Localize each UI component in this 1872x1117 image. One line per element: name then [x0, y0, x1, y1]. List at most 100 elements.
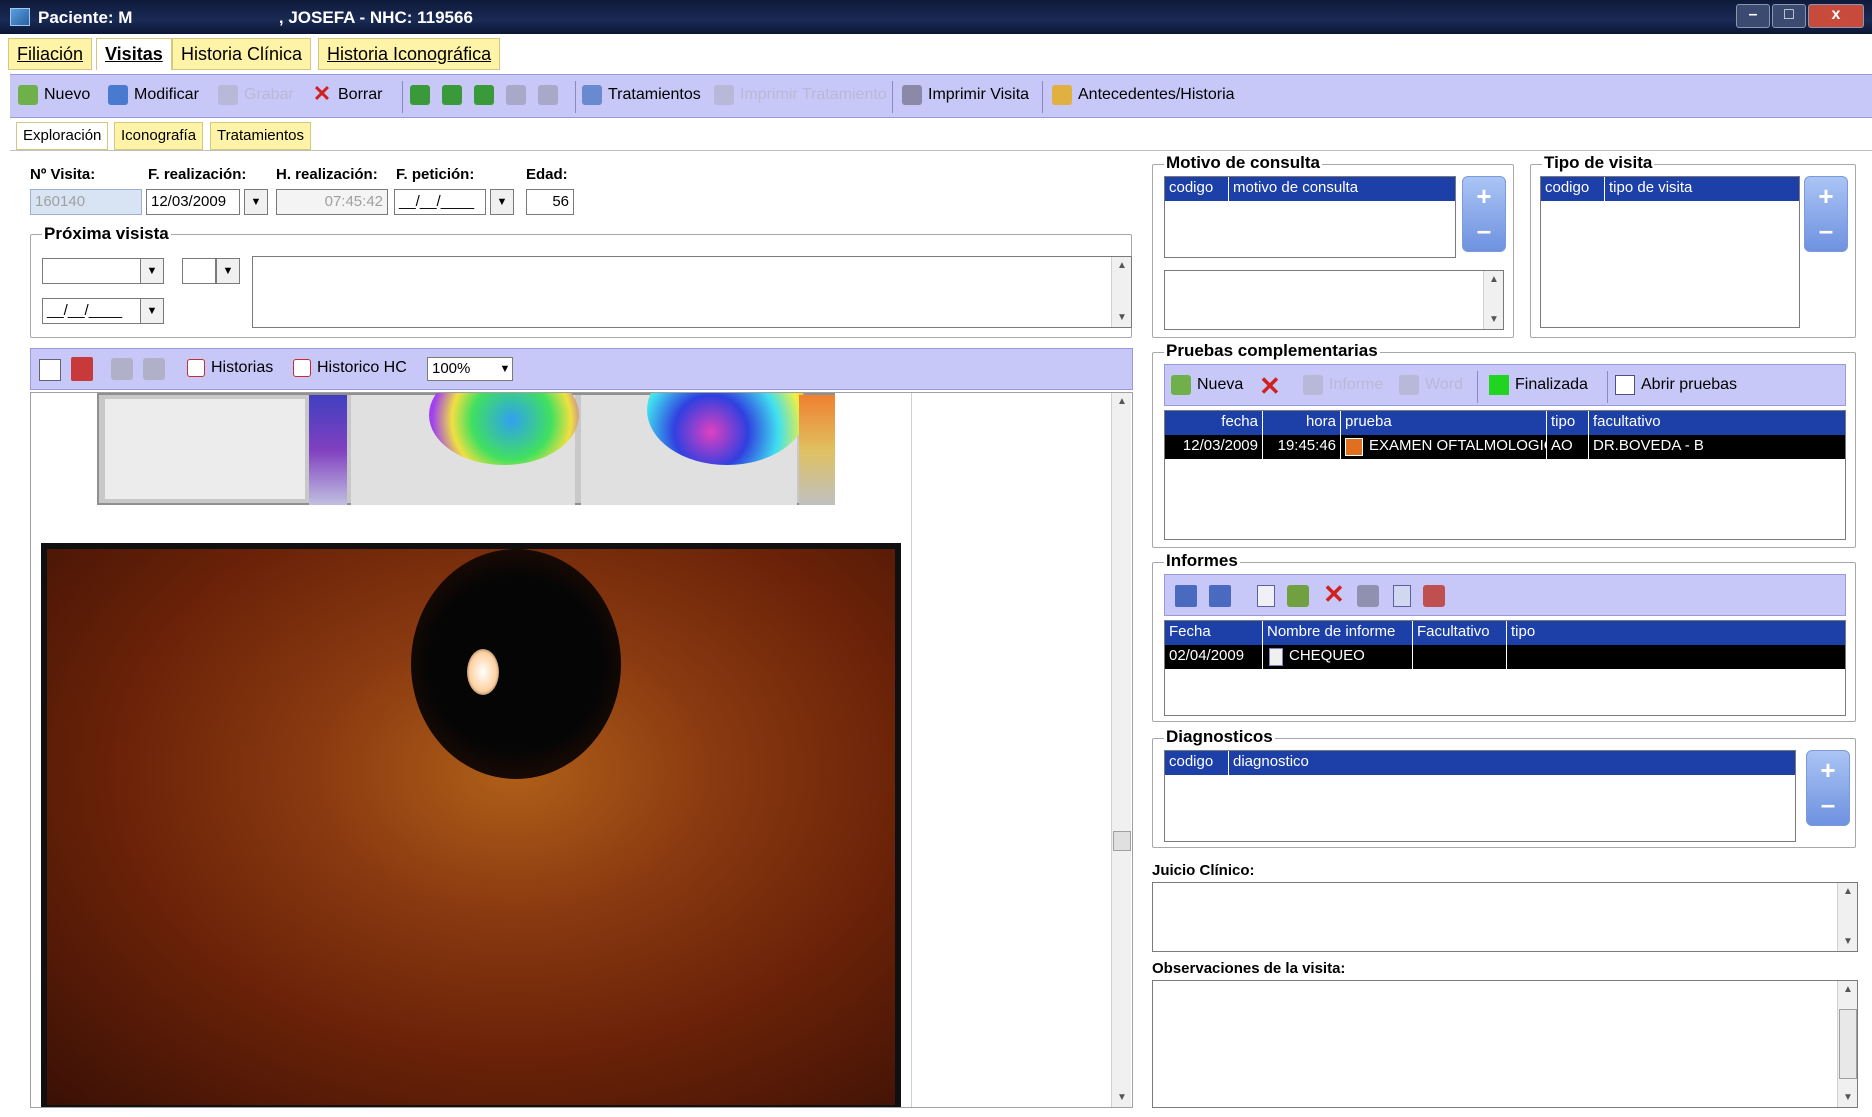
delete-informe-icon[interactable]: ✕ [1323, 579, 1345, 610]
word-button[interactable]: Word [1399, 375, 1463, 395]
edad-field[interactable]: 56 [526, 189, 574, 215]
antecedentes-button[interactable]: Antecedentes/Historia [1052, 85, 1235, 105]
scanner-icon[interactable] [111, 358, 133, 380]
motivo-notes[interactable]: ▲ ▼ [1164, 270, 1504, 330]
page-icon[interactable] [1393, 585, 1411, 607]
observaciones-scrollbar-thumb[interactable] [1839, 1009, 1857, 1079]
nav-first-icon[interactable] [442, 85, 468, 105]
motivo-col-codigo[interactable]: codigo [1165, 177, 1229, 201]
proxima-combo-2-dropdown[interactable]: ▼ [216, 258, 240, 284]
diag-col-codigo[interactable]: codigo [1165, 751, 1229, 775]
nav-prev-icon[interactable] [474, 85, 500, 105]
historico-button[interactable]: Historico HC [293, 359, 407, 377]
pruebas-col-fecha[interactable]: fecha [1165, 411, 1263, 435]
historias-button[interactable]: Historias [187, 359, 273, 377]
observaciones-label: Observaciones de la visita: [1152, 960, 1346, 977]
f-peticion-field[interactable]: __/__/____ [394, 189, 486, 215]
proxima-combo-1[interactable] [42, 258, 144, 284]
pruebas-col-prueba[interactable]: prueba [1341, 411, 1547, 435]
h-realizacion-field[interactable]: 07:45:42 [276, 189, 388, 215]
imprimir-visita-button[interactable]: Imprimir Visita [902, 85, 1029, 105]
refresh-icon[interactable] [1287, 585, 1309, 607]
pruebas-col-tipo[interactable]: tipo [1547, 411, 1589, 435]
tipo-add-button[interactable]: + [1805, 181, 1847, 212]
image-viewer[interactable]: ▲ ▼ [30, 392, 1133, 1108]
scanner-icon[interactable] [1357, 585, 1379, 607]
f-realizacion-dropdown[interactable]: ▼ [244, 189, 268, 215]
delete-prueba-icon[interactable]: ✕ [1259, 371, 1281, 402]
informes-col-fecha[interactable]: Fecha [1165, 621, 1263, 645]
diag-col-diagnostico[interactable]: diagnostico [1229, 751, 1795, 775]
nuevo-button[interactable]: Nuevo [18, 85, 90, 105]
modificar-button[interactable]: Modificar [108, 85, 199, 105]
proxima-combo-1-dropdown[interactable]: ▼ [140, 258, 164, 284]
maximize-button[interactable]: □ [1772, 4, 1806, 28]
image-scrollbar-thumb[interactable] [1113, 831, 1131, 851]
tratamientos-button[interactable]: Tratamientos [582, 85, 701, 105]
tab-historia-clinica[interactable]: Historia Clínica [172, 38, 312, 70]
diagnosticos-grid[interactable]: codigo diagnostico [1164, 750, 1796, 842]
title-bar: Paciente: M , JOSEFA - NHC: 119566 – □ x [0, 0, 1872, 34]
proxima-date-field[interactable]: __/__/____ [42, 298, 142, 324]
imprimir-tratamiento-button[interactable]: Imprimir Tratamiento [714, 85, 887, 105]
f-peticion-label: F. petición: [396, 166, 475, 183]
word-doc-icon[interactable] [1175, 585, 1197, 607]
informes-col-nombre[interactable]: Nombre de informe [1263, 621, 1413, 645]
table-row[interactable]: 12/03/2009 19:45:46 EXAMEN OFTALMOLOGIC … [1165, 435, 1845, 459]
informes-grid[interactable]: Fecha Nombre de informe Facultativo tipo… [1164, 620, 1846, 716]
document-icon[interactable] [1257, 585, 1275, 607]
subtab-iconografia[interactable]: Iconografía [114, 122, 204, 150]
word-template-icon[interactable] [1209, 585, 1231, 607]
app-icon [10, 8, 30, 26]
pdf-icon[interactable] [71, 357, 93, 381]
tab-filiacion[interactable]: Filiación [8, 38, 93, 70]
proxima-combo-2[interactable] [182, 258, 216, 284]
diag-add-button[interactable]: + [1807, 755, 1849, 786]
subtab-tratamientos[interactable]: Tratamientos [210, 122, 311, 150]
proxima-notes[interactable]: ▲ ▼ [252, 256, 1132, 328]
subtab-exploracion[interactable]: Exploración [16, 122, 109, 150]
tipo-col-tipo[interactable]: tipo de visita [1605, 177, 1799, 201]
motivo-col-motivo[interactable]: motivo de consulta [1229, 177, 1455, 201]
nueva-prueba-button[interactable]: Nueva [1171, 375, 1243, 395]
informe-button[interactable]: Informe [1303, 375, 1383, 395]
motivo-title: Motivo de consulta [1164, 153, 1322, 173]
export-icon[interactable] [1423, 585, 1445, 607]
zoom-dropdown-icon[interactable]: ▼ [497, 358, 513, 380]
observaciones-textarea[interactable]: ▲ ▼ [1152, 980, 1858, 1108]
nav-next-icon[interactable] [506, 85, 532, 105]
table-row[interactable]: 02/04/2009 CHEQUEO [1165, 645, 1845, 669]
minimize-button[interactable]: – [1736, 4, 1770, 28]
grabar-button[interactable]: Grabar [218, 85, 294, 105]
image-scrollbar[interactable]: ▲ ▼ [1111, 393, 1131, 1107]
document-icon[interactable] [143, 358, 165, 380]
tab-historia-iconografica[interactable]: Historia Iconográfica [318, 38, 501, 70]
tab-visitas[interactable]: Visitas [96, 38, 172, 70]
motivo-add-button[interactable]: + [1463, 181, 1505, 212]
tipo-remove-button[interactable]: – [1805, 215, 1847, 246]
proxima-date-dropdown[interactable]: ▼ [140, 298, 164, 324]
pruebas-title: Pruebas complementarias [1164, 341, 1380, 361]
pruebas-col-facultativo[interactable]: facultativo [1589, 411, 1845, 435]
f-peticion-dropdown[interactable]: ▼ [490, 189, 514, 215]
pruebas-grid[interactable]: fecha hora prueba tipo facultativo 12/03… [1164, 410, 1846, 540]
diag-remove-button[interactable]: – [1807, 789, 1849, 820]
nav-last-icon[interactable] [538, 85, 564, 105]
borrar-button[interactable]: ✕ Borrar [312, 83, 383, 105]
abrir-pruebas-checkbox[interactable]: Abrir pruebas [1615, 375, 1737, 395]
pruebas-col-hora[interactable]: hora [1263, 411, 1341, 435]
informes-col-tipo[interactable]: tipo [1507, 621, 1845, 645]
tipo-col-codigo[interactable]: codigo [1541, 177, 1605, 201]
tipo-visita-grid[interactable]: codigo tipo de visita [1540, 176, 1800, 328]
motivo-grid[interactable]: codigo motivo de consulta [1164, 176, 1456, 258]
h-realizacion-label: H. realización: [276, 166, 378, 183]
add-image-icon[interactable] [39, 359, 61, 381]
f-realizacion-field[interactable]: 12/03/2009 [146, 189, 240, 215]
n-visita-field[interactable]: 160140 [30, 189, 142, 215]
proxima-notes-scrollbar[interactable]: ▲ ▼ [1111, 257, 1131, 327]
motivo-remove-button[interactable]: – [1463, 215, 1505, 246]
nav-down-icon[interactable] [410, 85, 436, 105]
close-button[interactable]: x [1808, 4, 1864, 28]
juicio-textarea[interactable]: ▲ ▼ [1152, 882, 1858, 952]
informes-col-facultativo[interactable]: Facultativo [1413, 621, 1507, 645]
